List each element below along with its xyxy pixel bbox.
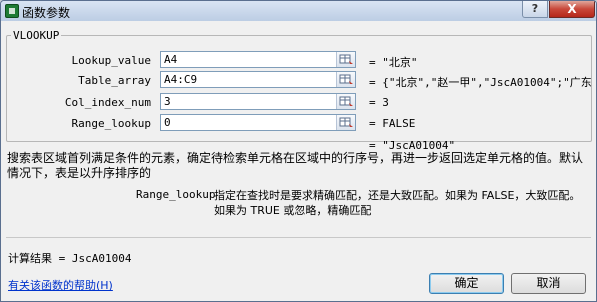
- range-picker-icon[interactable]: [336, 52, 355, 67]
- range-lookup-field[interactable]: [160, 114, 356, 131]
- divider: [6, 237, 591, 238]
- col-index-num-field[interactable]: [160, 93, 356, 110]
- col-index-num-label: Col_index_num: [64, 96, 151, 109]
- table-array-field[interactable]: [160, 71, 356, 88]
- dialog-title: 函数参数: [22, 6, 71, 20]
- range-picker-icon[interactable]: [336, 94, 355, 109]
- lookup-value-result: = "北京": [369, 56, 418, 69]
- function-description: 搜索表区域首列满足条件的元素，确定待检索单元格在区域中的行序号，再进一步返回选定…: [7, 151, 584, 180]
- param-help-text: 指定在查找时是要求精确匹配，还是大致匹配。如果为 FALSE，大致匹配。如果为 …: [214, 189, 581, 217]
- range-picker-icon[interactable]: [336, 115, 355, 130]
- lookup-value-field[interactable]: [160, 51, 356, 68]
- function-help-link[interactable]: 有关该函数的帮助(H): [8, 277, 113, 293]
- table-array-label: Table_array: [78, 74, 151, 87]
- calc-result: 计算结果 = JscA01004: [8, 252, 132, 265]
- lookup-value-label: Lookup_value: [71, 54, 151, 67]
- cancel-button[interactable]: 取消: [511, 273, 586, 294]
- range-picker-icon[interactable]: [336, 72, 355, 87]
- col-index-num-input[interactable]: [161, 94, 334, 109]
- app-icon: [5, 4, 19, 18]
- range-lookup-label: Range_lookup: [71, 117, 151, 130]
- function-name: VLOOKUP: [11, 29, 62, 42]
- range-lookup-result: = FALSE: [369, 117, 416, 130]
- range-lookup-input[interactable]: [161, 115, 334, 130]
- lookup-value-input[interactable]: [161, 52, 334, 67]
- table-array-input[interactable]: [161, 72, 334, 87]
- table-array-result: = {"北京","赵一甲","JscA01004";"广东: [369, 76, 591, 89]
- col-index-num-result: = 3: [369, 96, 389, 109]
- title-bar[interactable]: 函数参数 ? X: [1, 1, 596, 21]
- function-arguments-dialog: 函数参数 ? X VLOOKUP Lookup_value = "北京" Tab…: [0, 0, 597, 302]
- ok-button[interactable]: 确定: [429, 273, 504, 294]
- close-icon[interactable]: X: [549, 1, 595, 18]
- param-help-name: Range_lookup: [136, 188, 216, 201]
- help-icon[interactable]: ?: [522, 1, 548, 18]
